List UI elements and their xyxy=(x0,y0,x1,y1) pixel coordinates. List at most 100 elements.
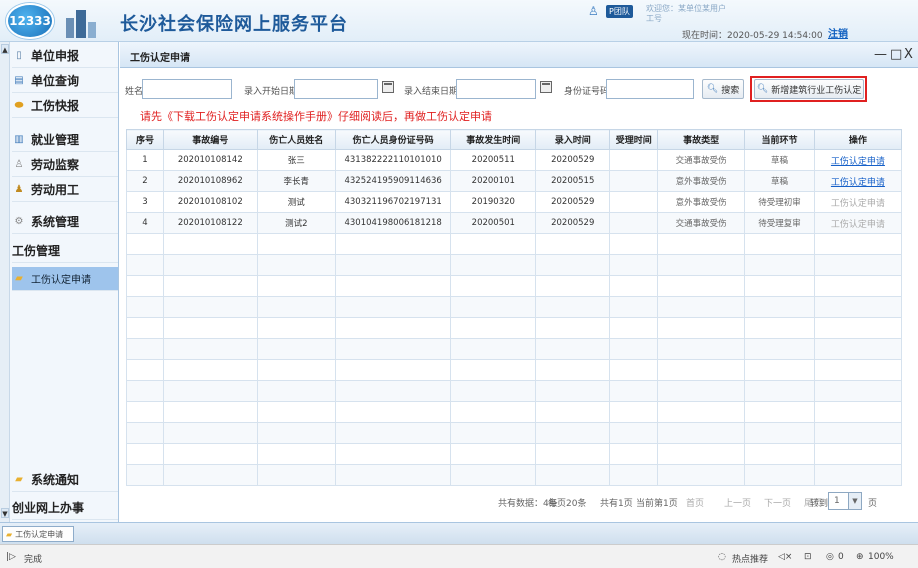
sidebar-item-system-notice[interactable]: ▰ 系统通知 xyxy=(12,468,118,492)
table-row[interactable] xyxy=(126,380,903,402)
sidebar-section-injury-mgmt[interactable]: 工伤管理 xyxy=(12,239,118,263)
table-cell xyxy=(657,254,746,276)
scroll-up-icon[interactable]: ▲ xyxy=(1,44,9,54)
name-input[interactable] xyxy=(142,79,232,99)
table-cell xyxy=(744,359,815,381)
hot-recommend-link[interactable]: 热点推荐 xyxy=(732,552,768,565)
table-row[interactable] xyxy=(126,443,903,465)
table-cell: 202010108102 xyxy=(163,191,258,213)
table-cell xyxy=(657,317,746,339)
table-cell xyxy=(256,401,336,423)
table-row[interactable] xyxy=(126,254,903,276)
table-cell xyxy=(163,233,258,255)
zoom-icon[interactable]: ⊕ xyxy=(856,552,864,562)
table-cell: 交通事故受伤 xyxy=(657,212,746,234)
table-cell xyxy=(334,233,452,255)
pager-current: 当前第1页 xyxy=(636,499,678,509)
table-row[interactable]: 2 202010108962 李长青 432524195909114636 202001… xyxy=(126,170,903,192)
end-date-input[interactable] xyxy=(456,79,536,99)
table-cell xyxy=(126,275,164,297)
sidebar-item-label: 就业管理 xyxy=(31,133,80,147)
table-cell-action xyxy=(813,233,903,255)
table-cell xyxy=(334,275,452,297)
sidebar-item-unit-declare[interactable]: ▯ 单位申报 xyxy=(12,44,118,68)
table-cell xyxy=(657,338,746,360)
calendar-icon[interactable] xyxy=(540,81,552,93)
sidebar-item-injury-report[interactable]: ⬬ 工伤快报 xyxy=(12,94,118,118)
calendar-icon[interactable] xyxy=(382,81,394,93)
doc-icon: ▯ xyxy=(16,49,22,61)
sidebar-section-label: 工伤管理 xyxy=(12,244,61,258)
search-button[interactable]: 🔍︎ 搜索 xyxy=(702,79,744,99)
maximize-icon[interactable]: □ xyxy=(890,47,902,62)
table-cell: 交通事故受伤 xyxy=(657,149,746,171)
table-cell xyxy=(256,443,336,465)
sidebar-scrollbar[interactable]: ▲ ▼ xyxy=(0,42,10,522)
table-row[interactable] xyxy=(126,275,903,297)
next-page-link[interactable]: 下一页 xyxy=(764,496,791,509)
table-cell xyxy=(334,443,452,465)
table-row[interactable] xyxy=(126,422,903,444)
sidebar-item-injury-apply[interactable]: ▰ 工伤认定申请 xyxy=(12,267,118,291)
table-cell xyxy=(609,317,659,339)
end-date-label: 录入结束日期 xyxy=(404,87,459,97)
sidebar-item-employment[interactable]: ▥ 就业管理 xyxy=(12,128,118,152)
table-cell-action xyxy=(813,317,903,339)
sidebar-item-startup-online[interactable]: 创业网上办事 xyxy=(12,496,118,520)
sidebar-item-label: 系统通知 xyxy=(31,473,80,487)
table-cell xyxy=(126,443,164,465)
table-row[interactable] xyxy=(126,401,903,423)
table-cell xyxy=(334,296,452,318)
speaker-icon[interactable]: ◁× xyxy=(778,552,792,562)
manual-notice[interactable]: 请先《下载工伤认定申请系统操作手册》仔细阅读后，再做工伤认定申请 xyxy=(140,108,492,124)
table-cell xyxy=(535,380,611,402)
task-tab-injury-apply[interactable]: ▰ 工伤认定申请 xyxy=(2,526,74,542)
table-cell xyxy=(609,401,659,423)
status-icon: |▷ xyxy=(6,552,16,562)
table-row[interactable]: 3 202010108102 测试 430321196702197131 2019032… xyxy=(126,191,903,213)
table-cell xyxy=(535,443,611,465)
minimize-icon[interactable]: — xyxy=(874,47,887,62)
table-cell: 20200529 xyxy=(535,191,611,213)
page-select[interactable]: 1 ▼ xyxy=(828,492,862,510)
id-number-label: 身份证号码 xyxy=(564,87,610,97)
table-row[interactable] xyxy=(126,359,903,381)
table-cell: 431382222110101010 xyxy=(334,149,452,171)
table-cell xyxy=(744,275,815,297)
col-header: 录入时间 xyxy=(535,129,611,150)
table-row[interactable]: 1 202010108142 张三 431382222110101010 2020051… xyxy=(126,149,903,171)
table-cell-action: 工伤认定申请 xyxy=(813,191,903,213)
scroll-down-icon[interactable]: ▼ xyxy=(1,508,9,518)
table-cell xyxy=(535,422,611,444)
table-row[interactable] xyxy=(126,296,903,318)
sidebar-item-unit-query[interactable]: ▤ 单位查询 xyxy=(12,69,118,93)
table-cell-action[interactable]: 工伤认定申请 xyxy=(813,170,903,192)
first-page-link[interactable]: 首页 xyxy=(686,496,704,509)
download-icon[interactable]: ⊡ xyxy=(804,552,812,562)
sidebar-item-labor-supervision[interactable]: ♙ 劳动监察 xyxy=(12,153,118,177)
table-row[interactable] xyxy=(126,338,903,360)
building-logo-icon xyxy=(66,10,96,38)
table-cell xyxy=(256,464,336,486)
table-cell xyxy=(163,422,258,444)
table-cell xyxy=(163,401,258,423)
table-cell-action[interactable]: 工伤认定申请 xyxy=(813,149,903,171)
table-row[interactable] xyxy=(126,317,903,339)
start-date-input[interactable] xyxy=(294,79,378,99)
table-row[interactable] xyxy=(126,464,903,486)
prev-page-link[interactable]: 上一页 xyxy=(724,496,751,509)
sidebar-item-system-admin[interactable]: ⚙ 系统管理 xyxy=(12,210,118,234)
table-row[interactable]: 4 202010108122 测试2 430104198006181218 202005… xyxy=(126,212,903,234)
table-cell xyxy=(334,338,452,360)
close-icon[interactable]: X xyxy=(904,47,913,62)
table-cell xyxy=(256,233,336,255)
logout-link[interactable]: 注销 xyxy=(828,25,848,40)
id-number-input[interactable] xyxy=(606,79,694,99)
table-cell: 20200511 xyxy=(450,149,537,171)
table-row[interactable] xyxy=(126,233,903,255)
sidebar-item-labor-employment[interactable]: ♟ 劳动用工 xyxy=(12,178,118,202)
table-cell xyxy=(609,338,659,360)
hot-icon[interactable]: ◌ xyxy=(718,552,726,562)
zoom-value[interactable]: 100% xyxy=(868,552,894,562)
table-cell xyxy=(609,191,659,213)
